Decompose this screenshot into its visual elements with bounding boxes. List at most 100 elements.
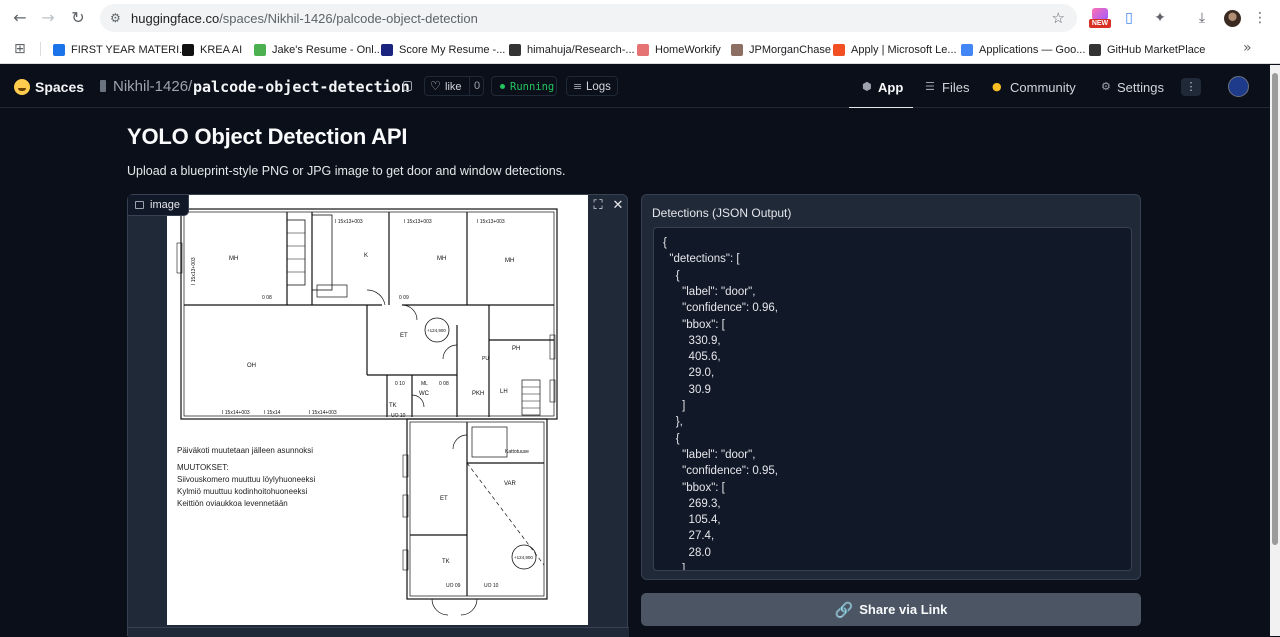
json-line: "label": "door", [663,448,756,461]
status-badge[interactable]: Running [491,76,557,96]
tab-files[interactable]: ☰ Files [925,65,975,108]
site-info-icon[interactable]: ⚙ [110,10,126,26]
reload-icon[interactable]: ↻ [68,8,88,28]
json-line: ] [663,400,686,412]
room-label: TK [442,559,450,565]
heart-icon: ♡ [430,79,441,93]
json-line: "confidence": 0.96, [663,302,778,315]
bookmark-item[interactable]: Applications — Goo... [961,42,1085,58]
tab-app-label: App [878,80,904,95]
bookmark-item[interactable]: Score My Resume -... [381,42,505,58]
more-bookmarks-icon[interactable]: » [1243,40,1252,56]
blueprint-image: MH K MH MH ET OH PH PKH TK LH WC Kattotu… [167,195,588,625]
bookmark-item[interactable]: KREA AI [182,42,242,58]
browser-menu-icon[interactable]: ⋮ [1250,8,1270,28]
tab-settings[interactable]: ⚙ Settings [1101,65,1171,108]
dimension-label: +124,900 [514,555,533,560]
tab-app[interactable]: ⬢ App [849,65,913,108]
docs-extension-icon[interactable]: ▯ [1119,8,1139,28]
door-label: 0 09 [399,295,409,301]
bookmark-item[interactable]: himahuja/Research-... [509,42,635,58]
plan-note: Siivouskomero muuttuu löylyhuoneeksi [177,475,316,484]
settings-gear-icon: ⚙ [1101,80,1111,93]
room-label: VAR [504,481,517,487]
url-text[interactable]: huggingface.co/spaces/Nikhil-1426/palcod… [131,11,478,26]
door-label: PU [482,356,489,362]
room-label: Kattotuuse [505,449,529,455]
like-button[interactable]: ♡ like 0 [424,76,484,96]
apps-grid-icon[interactable]: ⊞ [14,41,30,57]
bookmark-label: Apply | Microsoft Le... [851,44,957,56]
bookmark-favicon-icon [254,44,266,56]
page-title: YOLO Object Detection API [127,124,408,149]
plan-note: Kylmiö muuttuu kodinhoitohuoneeksi [177,487,308,496]
share-via-link-button[interactable]: 🔗 Share via Link [641,593,1141,626]
json-line: "label": "door", [663,285,756,298]
json-line: { [663,237,667,249]
json-line: }, [663,416,683,429]
bookmark-label: KREA AI [200,44,243,56]
bookmark-item[interactable]: GitHub MarketPlace [1089,42,1205,58]
bookmark-item[interactable]: JPMorganChase [731,42,831,58]
bookmark-star-icon[interactable]: ☆ [1052,9,1065,27]
status-text: Running [510,81,555,93]
extensions-puzzle-icon[interactable]: ✦ [1150,8,1170,28]
owner-link[interactable]: Nikhil-1426/ [113,78,192,95]
user-avatar[interactable] [1228,76,1249,97]
bookmark-item[interactable]: Apply | Microsoft Le... [833,42,957,58]
room-label: K [364,253,368,259]
page-scrollbar[interactable] [1270,65,1280,636]
bookmark-item[interactable]: HomeWorkify [637,42,721,58]
bookmark-item[interactable]: Jake's Resume - Onl... [254,42,383,58]
bookmark-item[interactable]: FIRST YEAR MATERI... [53,42,188,58]
json-line: 405.6, [663,351,721,364]
repo-link[interactable]: palcode-object-detection [193,78,410,96]
extension-new[interactable]: NEW [1089,8,1111,28]
spaces-link[interactable]: Spaces [35,79,84,95]
json-line: { [663,269,680,282]
fullscreen-icon[interactable]: ⛶ [589,197,607,215]
hugging-face-logo-icon[interactable] [14,79,30,95]
logs-button[interactable]: ≡ Logs [566,76,618,96]
door-label: UO 10 [391,413,406,419]
dimension-label: I 15x13+003 [335,219,363,225]
bookmark-label: himahuja/Research-... [527,44,635,56]
forward-icon[interactable]: → [38,8,58,28]
tab-settings-label: Settings [1117,80,1164,95]
address-bar[interactable]: ⚙ huggingface.co/spaces/Nikhil-1426/palc… [100,4,1077,32]
bookmark-favicon-icon [637,44,649,56]
scrollbar-thumb[interactable] [1272,73,1278,545]
dimension-label: I 15x14 [264,410,281,416]
door-label: 0 08 [262,295,272,301]
more-options-icon[interactable]: ⋮ [1181,78,1201,96]
room-label: ET [400,333,408,339]
room-label: MH [229,256,238,262]
room-label: OH [247,363,256,369]
gradio-app: YOLO Object Detection API Upload a bluep… [0,108,1270,637]
image-input-panel[interactable]: MH K MH MH ET OH PH PKH TK LH WC Kattotu… [127,194,629,637]
door-label: ML [421,381,428,387]
json-output-textbox[interactable]: { "detections": [ { "label": "door", "co… [653,227,1132,571]
json-line: 27.4, [663,530,715,543]
browser-toolbar: ← → ↻ ⚙ huggingface.co/spaces/Nikhil-142… [0,0,1280,36]
plan-note: Päiväkoti muutetaan jälleen asunnoksi [177,446,313,455]
copy-icon[interactable] [403,81,412,91]
dimension-label: I 15x14+003 [309,410,337,416]
floor-plan-drawing: MH K MH MH ET OH PH PKH TK LH WC Kattotu… [176,208,558,616]
tab-community[interactable]: ● Community [992,65,1082,108]
json-line: 28.0 [663,546,711,559]
bookmark-label: JPMorganChase [749,44,831,56]
back-icon[interactable]: ← [10,8,30,28]
page-description: Upload a blueprint-style PNG or JPG imag… [127,164,566,178]
logs-icon: ≡ [573,80,583,93]
room-label: ET [440,496,448,502]
bookmark-favicon-icon [182,44,194,56]
profile-avatar[interactable] [1224,10,1241,27]
hf-header: Spaces Nikhil-1426/ palcode-object-detec… [0,65,1270,108]
image-label-badge: image [128,195,189,216]
close-icon[interactable]: ✕ [609,197,627,215]
community-tab-icon: ● [992,80,1002,93]
download-icon[interactable]: ⤓ [1192,8,1212,28]
bookmark-label: FIRST YEAR MATERI... [71,44,189,56]
dimension-label: +124,900 [427,328,446,333]
